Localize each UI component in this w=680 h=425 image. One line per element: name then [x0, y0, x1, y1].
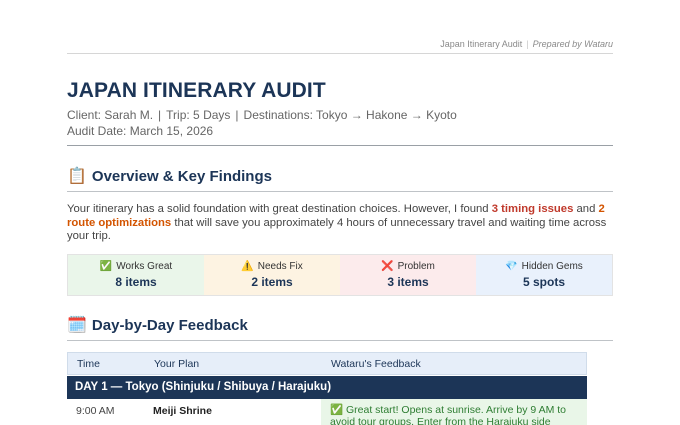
stat-label: Problem [397, 261, 435, 272]
day-by-day-heading: 🗓️ Day-by-Day Feedback [67, 315, 613, 341]
table-row: 9:00 AM Meiji Shrine ✅ Great start! Open… [67, 399, 587, 425]
clipboard-icon: 📋 [67, 168, 87, 185]
stat-value: 3 items [387, 275, 429, 289]
overview-heading: 📋 Overview & Key Findings [67, 166, 613, 192]
running-header-author: Prepared by Wataru [532, 39, 613, 49]
overview-heading-text: Overview & Key Findings [91, 168, 272, 185]
running-header-title: Japan Itinerary Audit [440, 39, 523, 49]
row-feedback: ✅ Great start! Opens at sunrise. Arrive … [321, 399, 587, 425]
day-heading-row: DAY 1 — Tokyo (Shinjuku / Shibuya / Hara… [67, 376, 587, 399]
running-header: Japan Itinerary Audit | Prepared by Wataru [440, 39, 613, 49]
stat-works-great: ✅ Works Great 8 items [68, 255, 204, 295]
overview-text: and [573, 203, 599, 215]
meta-trip: Trip: 5 Days [166, 108, 231, 122]
row-plan: Meiji Shrine [153, 405, 212, 417]
column-header-feedback: Wataru's Feedback [331, 358, 421, 370]
title-rule [67, 145, 613, 146]
meta-line-trip: Client: Sarah M. | Trip: 5 Days | Destinatio… [67, 108, 457, 122]
calendar-icon: 🗓️ [67, 317, 87, 334]
day-by-day-heading-text: Day-by-Day Feedback [91, 317, 248, 334]
overview-paragraph: Your itinerary has a solid foundation wi… [67, 203, 613, 244]
timing-issues-highlight: 3 timing issues [491, 203, 574, 215]
meta-separator: | [158, 108, 162, 122]
stat-label: Needs Fix [257, 261, 303, 272]
document-title: JAPAN ITINERARY AUDIT [67, 79, 326, 102]
overview-text: Your itinerary has a solid foundation wi… [67, 203, 492, 215]
stat-value: 5 spots [522, 275, 565, 289]
meta-destinations: Destinations: Tokyo → Hakone → Kyoto [243, 108, 457, 122]
stat-value: 2 items [251, 275, 293, 289]
feedback-table: Time Your Plan Wataru's Feedback DAY 1 —… [67, 352, 587, 425]
cross-icon: ❌ [381, 261, 394, 272]
stat-label: Works Great [116, 261, 173, 272]
check-icon: ✅ [99, 261, 113, 272]
header-rule [67, 53, 613, 54]
column-header-time: Time [77, 358, 100, 370]
meta-separator: | [235, 108, 239, 122]
running-header-separator: | [526, 39, 529, 49]
stat-problem: ❌ Problem 3 items [340, 255, 476, 295]
table-header: Time Your Plan Wataru's Feedback [67, 352, 587, 375]
stats-summary: ✅ Works Great 8 items ⚠️ Needs Fix 2 items… [67, 254, 613, 296]
meta-client: Client: Sarah M. [67, 108, 154, 122]
stat-hidden-gems: 💎 Hidden Gems 5 spots [476, 255, 612, 295]
meta-audit-date: Audit Date: March 15, 2026 [67, 124, 214, 138]
warning-icon: ⚠️ [241, 261, 254, 272]
stat-value: 8 items [115, 275, 157, 289]
gem-icon: 💎 [505, 261, 518, 272]
stat-label: Hidden Gems [521, 261, 583, 272]
stat-needs-fix: ⚠️ Needs Fix 2 items [204, 255, 340, 295]
row-time: 9:00 AM [76, 405, 115, 417]
column-header-plan: Your Plan [154, 358, 200, 370]
